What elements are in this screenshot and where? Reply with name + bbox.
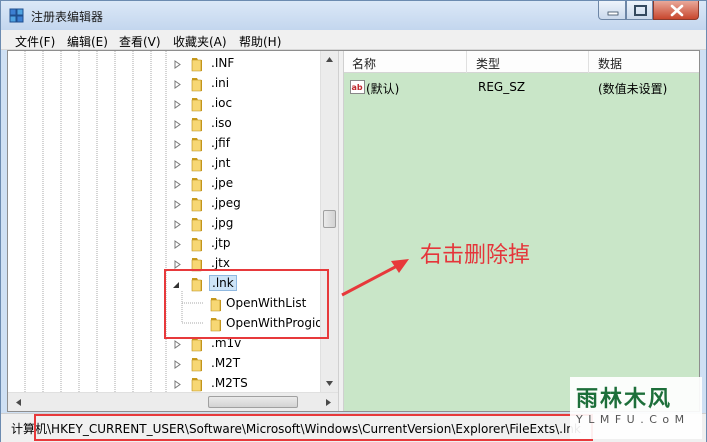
expand-arrow-icon[interactable]	[174, 200, 181, 209]
folder-icon	[191, 78, 202, 92]
tree-horizontal-scrollbar[interactable]	[8, 392, 338, 411]
expand-arrow-icon[interactable]	[174, 100, 181, 109]
folder-icon	[191, 378, 202, 392]
menu-help[interactable]: 帮助(H)	[239, 33, 281, 50]
maximize-icon	[634, 5, 647, 16]
tree-item-jpeg[interactable]: .jpeg	[8, 194, 320, 214]
registry-editor-icon	[9, 8, 24, 23]
tree-item-iso[interactable]: .iso	[8, 114, 320, 134]
tree-item-label: .jnt	[211, 156, 231, 170]
vertical-scroll-thumb[interactable]	[323, 210, 336, 228]
tree-item-label: .M2T	[211, 356, 241, 370]
title-bar[interactable]: 注册表编辑器	[1, 1, 706, 30]
tree-item-label: .iso	[211, 116, 232, 130]
tree-vertical-scrollbar[interactable]	[320, 51, 338, 392]
annotation-arrow	[341, 259, 409, 297]
close-button[interactable]	[653, 1, 699, 20]
folder-icon	[191, 178, 202, 192]
folder-icon	[191, 138, 202, 152]
tree-item-label: .jpeg	[211, 196, 241, 210]
scroll-down-icon[interactable]	[321, 375, 338, 392]
watermark-subtitle: Y L M F U . C o M	[576, 413, 686, 426]
expand-arrow-icon[interactable]	[174, 80, 181, 89]
tree-item-label: .ini	[211, 76, 230, 90]
tree-item-label: .jpe	[211, 176, 234, 190]
highlight-box-lnk	[164, 269, 329, 339]
expand-arrow-icon[interactable]	[174, 140, 181, 149]
expand-arrow-icon[interactable]	[174, 340, 181, 349]
folder-icon	[191, 58, 202, 72]
folder-icon	[191, 198, 202, 212]
column-header-type[interactable]: 类型	[476, 55, 500, 72]
tree-item-ioc[interactable]: .ioc	[8, 94, 320, 114]
watermark-title: 雨林木风	[576, 387, 673, 412]
close-icon	[670, 4, 684, 17]
tree-item-jtp[interactable]: .jtp	[8, 234, 320, 254]
tree-item-label: .jtp	[211, 236, 231, 250]
menu-file[interactable]: 文件(F)	[15, 33, 55, 50]
column-separator[interactable]	[466, 51, 467, 73]
value-name: (默认)	[366, 82, 400, 96]
tree-item-label: .INF	[211, 56, 235, 70]
scroll-left-icon[interactable]	[10, 394, 27, 411]
editor-client-area: .INF .ini .ioc .iso .jfif .jnt .jpe .jpe…	[7, 50, 700, 412]
value-data: (数值未设置)	[598, 82, 668, 96]
maximize-button[interactable]	[626, 1, 653, 20]
scroll-up-icon[interactable]	[321, 51, 338, 68]
folder-icon	[191, 158, 202, 172]
value-type: REG_SZ	[478, 80, 526, 94]
column-header-name[interactable]: 名称	[352, 55, 376, 72]
svg-text:ab: ab	[352, 83, 363, 92]
folder-icon	[191, 218, 202, 232]
tree-item-m2t[interactable]: .M2T	[8, 354, 320, 374]
column-header-data[interactable]: 数据	[598, 55, 622, 72]
tree-item-jpe[interactable]: .jpe	[8, 174, 320, 194]
expand-arrow-icon[interactable]	[174, 260, 181, 269]
expand-arrow-icon[interactable]	[174, 380, 181, 389]
minimize-button[interactable]	[598, 1, 626, 20]
folder-icon	[191, 358, 202, 372]
expand-arrow-icon[interactable]	[174, 160, 181, 169]
tree-item-label: .ioc	[211, 96, 233, 110]
watermark-logo: 雨林木风 Y L M F U . C o M	[570, 377, 702, 439]
tree-item-label: .jfif	[211, 136, 230, 150]
expand-arrow-icon[interactable]	[174, 180, 181, 189]
menu-view[interactable]: 查看(V)	[119, 33, 161, 50]
highlight-box-path	[34, 414, 593, 441]
values-list-header: 名称 类型 数据	[344, 51, 699, 73]
expand-arrow-icon[interactable]	[174, 360, 181, 369]
registry-values-pane[interactable]: 名称 类型 数据 ab (默认) REG_SZ (数值未设置)	[344, 51, 699, 411]
menu-edit[interactable]: 编辑(E)	[67, 33, 108, 50]
folder-icon	[191, 238, 202, 252]
column-separator[interactable]	[588, 51, 589, 73]
tree-item-ini[interactable]: .ini	[8, 74, 320, 94]
tree-item-jpg[interactable]: .jpg	[8, 214, 320, 234]
tree-item-label: .jpg	[211, 216, 234, 230]
registry-editor-window: 注册表编辑器 文件(F) 编辑(E) 查看(V) 收藏夹(A) 帮助(H) .I…	[0, 0, 707, 442]
expand-arrow-icon[interactable]	[174, 220, 181, 229]
horizontal-scroll-thumb[interactable]	[208, 396, 298, 408]
tree-item-label: .jtx	[211, 256, 230, 270]
string-value-icon: ab	[350, 80, 365, 94]
tree-item-label: .M2TS	[211, 376, 248, 390]
tree-item-inf[interactable]: .INF	[8, 54, 320, 74]
folder-icon	[191, 118, 202, 132]
value-row-default[interactable]: ab (默认) REG_SZ (数值未设置)	[344, 78, 699, 96]
window-title: 注册表编辑器	[31, 10, 104, 24]
tree-item-jfif[interactable]: .jfif	[8, 134, 320, 154]
scroll-right-icon[interactable]	[320, 394, 337, 411]
expand-arrow-icon[interactable]	[174, 240, 181, 249]
menu-favorites[interactable]: 收藏夹(A)	[173, 33, 227, 50]
minimize-icon	[607, 11, 619, 16]
expand-arrow-icon[interactable]	[174, 60, 181, 69]
folder-icon	[191, 98, 202, 112]
tree-item-m2ts[interactable]: .M2TS	[8, 374, 320, 394]
expand-arrow-icon[interactable]	[174, 120, 181, 129]
annotation-label: 右击删除掉	[420, 243, 531, 268]
registry-tree-pane[interactable]: .INF .ini .ioc .iso .jfif .jnt .jpe .jpe…	[8, 51, 344, 411]
menu-bar: 文件(F) 编辑(E) 查看(V) 收藏夹(A) 帮助(H)	[1, 30, 706, 50]
tree-item-jnt[interactable]: .jnt	[8, 154, 320, 174]
